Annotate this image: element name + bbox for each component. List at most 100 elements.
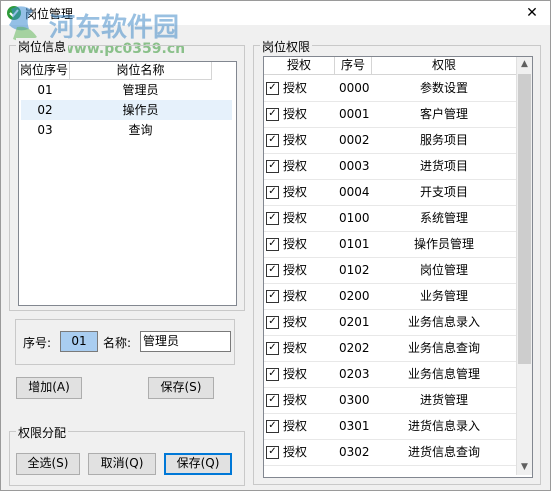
permission-grid[interactable]: 授权 序号 权限 ✓ 授权 0000 参数设置 ✓ 授权 0001 客户管理 ✓ 授权 0002 服务… bbox=[263, 56, 533, 478]
permission-row[interactable]: ✓ 授权 0000 参数设置 bbox=[264, 75, 516, 102]
grant-label: 授权 bbox=[283, 445, 308, 459]
permission-name: 客户管理 bbox=[419, 107, 468, 121]
position-name: 查询 bbox=[128, 123, 153, 137]
grant-cell[interactable]: ✓ 授权 bbox=[264, 387, 334, 413]
permission-row[interactable]: ✓ 授权 0102 岗位管理 bbox=[264, 257, 516, 284]
permission-row[interactable]: ✓ 授权 0004 开支项目 bbox=[264, 179, 516, 206]
permission-name: 参数设置 bbox=[419, 81, 468, 95]
permission-row[interactable]: ✓ 授权 0203 业务信息管理 bbox=[264, 361, 516, 388]
grant-cell[interactable]: ✓ 授权 bbox=[264, 127, 334, 153]
grant-label: 授权 bbox=[283, 237, 308, 251]
save-permissions-button[interactable]: 保存(Q) bbox=[164, 453, 232, 475]
grant-cell[interactable]: ✓ 授权 bbox=[264, 335, 334, 361]
grant-checkbox[interactable]: ✓ bbox=[266, 446, 279, 459]
permission-row[interactable]: ✓ 授权 0200 业务管理 bbox=[264, 283, 516, 310]
name-input[interactable]: 管理员 bbox=[140, 331, 231, 352]
permission-code: 0003 bbox=[339, 159, 370, 173]
seq-input[interactable]: 01 bbox=[60, 331, 98, 352]
grant-checkbox[interactable]: ✓ bbox=[266, 82, 279, 95]
permission-name: 开支项目 bbox=[419, 185, 468, 199]
scroll-up-icon[interactable]: ▲ bbox=[517, 57, 532, 72]
grant-cell[interactable]: ✓ 授权 bbox=[264, 413, 334, 439]
list-item[interactable]: 02 操作员 bbox=[21, 100, 232, 120]
grant-checkbox[interactable]: ✓ bbox=[266, 186, 279, 199]
col-position-id[interactable]: 岗位序号 bbox=[19, 62, 70, 80]
select-all-button[interactable]: 全选(S) bbox=[16, 453, 80, 475]
grant-checkbox[interactable]: ✓ bbox=[266, 134, 279, 147]
permission-code: 0102 bbox=[339, 263, 370, 277]
grant-cell[interactable]: ✓ 授权 bbox=[264, 205, 334, 231]
grant-label: 授权 bbox=[283, 341, 308, 355]
permission-row[interactable]: ✓ 授权 0300 进货管理 bbox=[264, 387, 516, 414]
permission-name: 进货信息查询 bbox=[407, 445, 480, 459]
cancel-button[interactable]: 取消(Q) bbox=[88, 453, 156, 475]
permission-name: 操作员管理 bbox=[413, 237, 474, 251]
permission-row[interactable]: ✓ 授权 0201 业务信息录入 bbox=[264, 309, 516, 336]
permission-row[interactable]: ✓ 授权 0100 系统管理 bbox=[264, 205, 516, 232]
grant-cell[interactable]: ✓ 授权 bbox=[264, 75, 334, 101]
grant-checkbox[interactable]: ✓ bbox=[266, 394, 279, 407]
grant-checkbox[interactable]: ✓ bbox=[266, 368, 279, 381]
permission-name: 服务项目 bbox=[419, 133, 468, 147]
permission-code: 0301 bbox=[339, 419, 370, 433]
grant-cell[interactable]: ✓ 授权 bbox=[264, 231, 334, 257]
permission-code: 0203 bbox=[339, 367, 370, 381]
permission-row[interactable]: ✓ 授权 0003 进货项目 bbox=[264, 153, 516, 180]
add-button[interactable]: 增加(A) bbox=[16, 377, 82, 399]
grant-checkbox[interactable]: ✓ bbox=[266, 420, 279, 433]
position-id: 03 bbox=[37, 123, 53, 137]
col-code[interactable]: 序号 bbox=[335, 57, 372, 75]
grant-checkbox[interactable]: ✓ bbox=[266, 316, 279, 329]
permission-code: 0004 bbox=[339, 185, 370, 199]
vertical-scrollbar[interactable]: ▲ ▼ bbox=[516, 57, 532, 475]
list-item[interactable]: 03 查询 bbox=[21, 120, 232, 140]
close-button[interactable]: ✕ bbox=[522, 3, 542, 23]
grant-cell[interactable]: ✓ 授权 bbox=[264, 361, 334, 387]
grant-cell[interactable]: ✓ 授权 bbox=[264, 309, 334, 335]
col-grant[interactable]: 授权 bbox=[264, 57, 335, 75]
grant-label: 授权 bbox=[283, 393, 308, 407]
grant-cell[interactable]: ✓ 授权 bbox=[264, 179, 334, 205]
col-position-name[interactable]: 岗位名称 bbox=[70, 62, 212, 80]
permission-row[interactable]: ✓ 授权 0302 进货信息查询 bbox=[264, 439, 516, 466]
grant-label: 授权 bbox=[283, 185, 308, 199]
grant-label: 授权 bbox=[283, 159, 308, 173]
grant-checkbox[interactable]: ✓ bbox=[266, 160, 279, 173]
grant-checkbox[interactable]: ✓ bbox=[266, 108, 279, 121]
grant-cell[interactable]: ✓ 授权 bbox=[264, 439, 334, 465]
permission-row[interactable]: ✓ 授权 0202 业务信息查询 bbox=[264, 335, 516, 362]
permission-code: 0002 bbox=[339, 133, 370, 147]
grant-checkbox[interactable]: ✓ bbox=[266, 264, 279, 277]
permission-code: 0201 bbox=[339, 315, 370, 329]
grant-label: 授权 bbox=[283, 289, 308, 303]
grant-label: 授权 bbox=[283, 211, 308, 225]
grant-checkbox[interactable]: ✓ bbox=[266, 342, 279, 355]
save-position-button[interactable]: 保存(S) bbox=[148, 377, 214, 399]
permission-code: 0202 bbox=[339, 341, 370, 355]
position-permission-label: 岗位权限 bbox=[260, 38, 313, 55]
col-permission[interactable]: 权限 bbox=[372, 57, 517, 75]
scroll-down-icon[interactable]: ▼ bbox=[517, 460, 532, 475]
grant-checkbox[interactable]: ✓ bbox=[266, 212, 279, 225]
grant-label: 授权 bbox=[283, 367, 308, 381]
permission-row[interactable]: ✓ 授权 0101 操作员管理 bbox=[264, 231, 516, 258]
permission-row[interactable]: ✓ 授权 0002 服务项目 bbox=[264, 127, 516, 154]
permission-name: 业务管理 bbox=[419, 289, 468, 303]
grant-cell[interactable]: ✓ 授权 bbox=[264, 153, 334, 179]
grant-cell[interactable]: ✓ 授权 bbox=[264, 283, 334, 309]
scroll-thumb[interactable] bbox=[518, 74, 531, 364]
position-list[interactable]: 岗位序号 岗位名称 01 管理员 02 操作员 03 查询 bbox=[18, 61, 237, 306]
position-name: 管理员 bbox=[122, 83, 159, 97]
grant-checkbox[interactable]: ✓ bbox=[266, 290, 279, 303]
permission-name: 进货管理 bbox=[419, 393, 468, 407]
grant-checkbox[interactable]: ✓ bbox=[266, 238, 279, 251]
grant-cell[interactable]: ✓ 授权 bbox=[264, 257, 334, 283]
permission-row[interactable]: ✓ 授权 0301 进货信息录入 bbox=[264, 413, 516, 440]
grant-cell[interactable]: ✓ 授权 bbox=[264, 101, 334, 127]
permission-assign-label: 权限分配 bbox=[16, 424, 69, 441]
permission-code: 0100 bbox=[339, 211, 370, 225]
permission-row[interactable]: ✓ 授权 0001 客户管理 bbox=[264, 101, 516, 128]
name-label: 名称: bbox=[103, 336, 132, 350]
list-item[interactable]: 01 管理员 bbox=[21, 80, 232, 100]
permission-code: 0101 bbox=[339, 237, 370, 251]
